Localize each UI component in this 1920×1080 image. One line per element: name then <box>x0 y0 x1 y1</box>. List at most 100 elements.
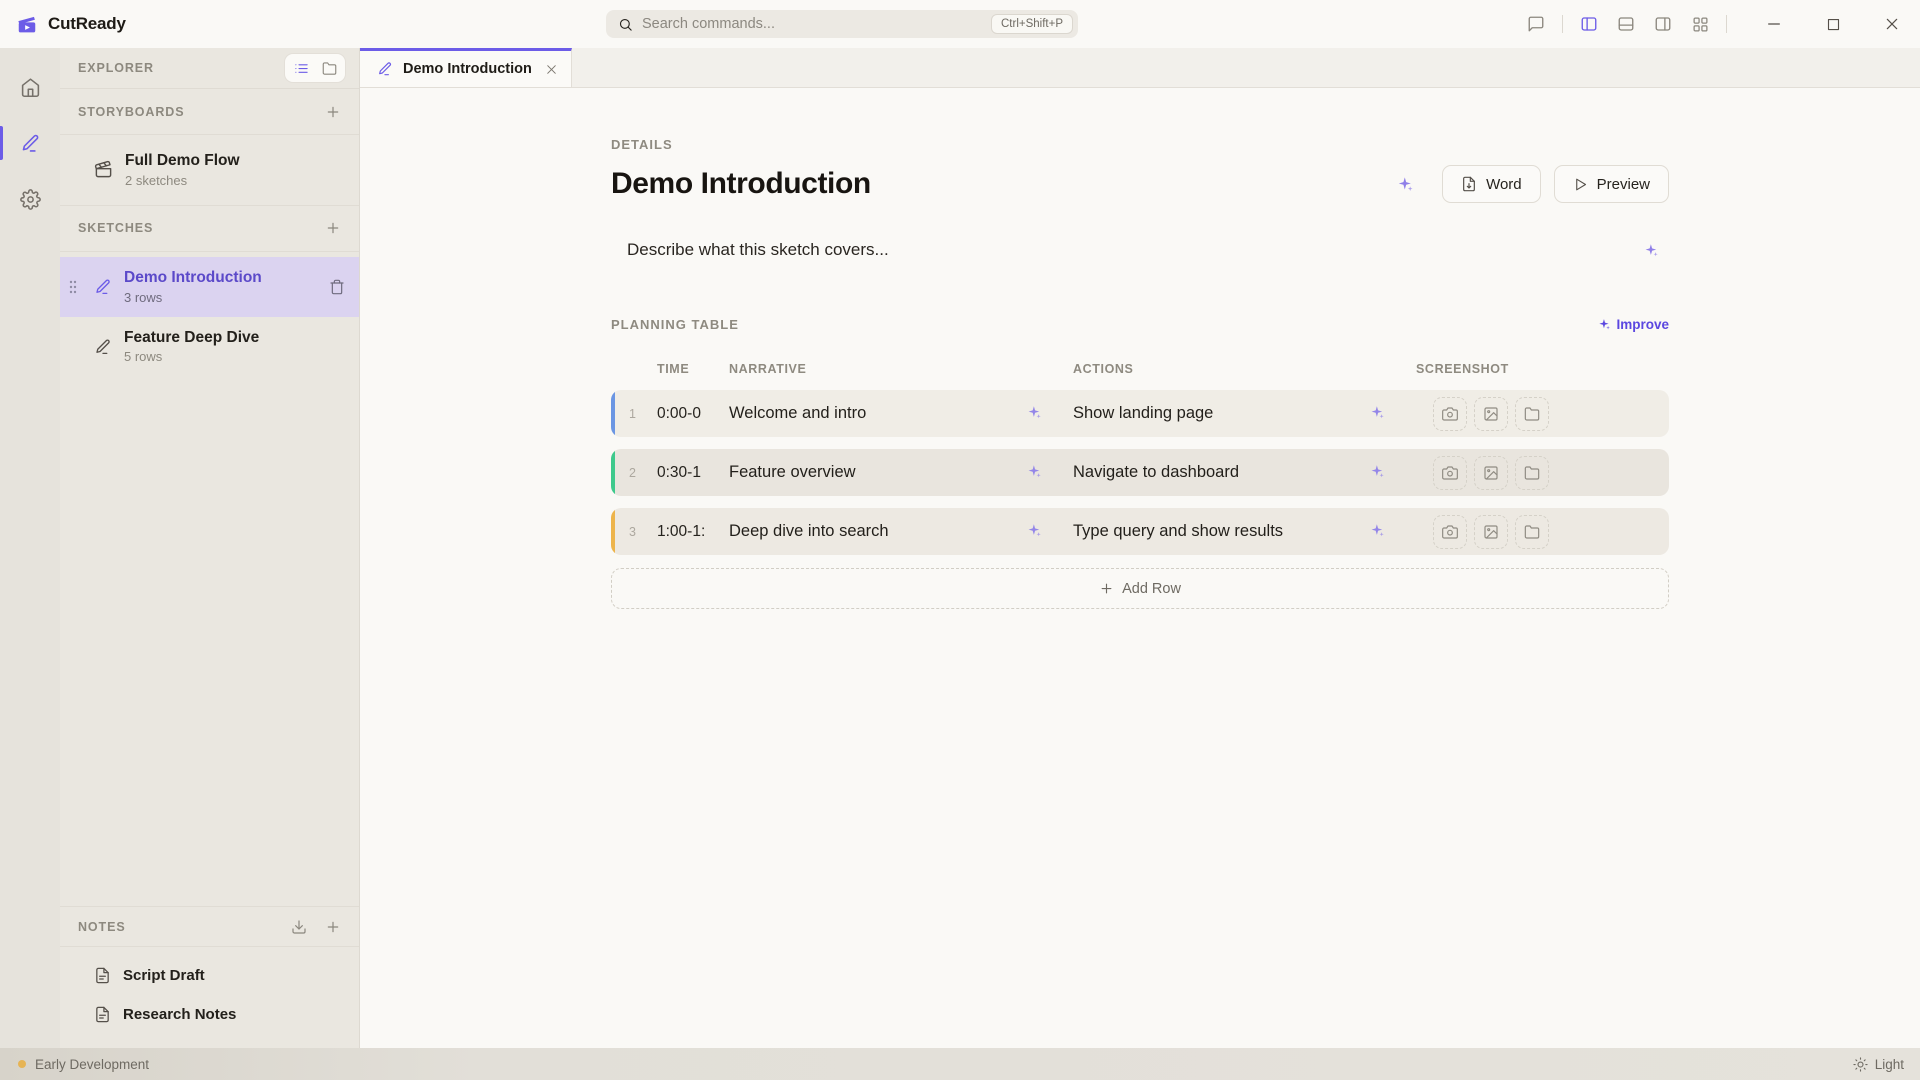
nav-settings-icon[interactable] <box>0 184 60 214</box>
narrative-cell[interactable]: Welcome and intro <box>729 404 1073 423</box>
app-brand: CutReady <box>16 0 126 48</box>
sketch-item-selected[interactable]: Demo Introduction 3 rows <box>60 257 359 317</box>
sketches-list: Demo Introduction 3 rows Feature Deep Di… <box>60 252 359 382</box>
description-row: Describe what this sketch covers... <box>611 238 1669 262</box>
narrative-text: Deep dive into search <box>729 522 889 541</box>
note-item[interactable]: Research Notes <box>60 995 359 1034</box>
attach-image-button[interactable] <box>1474 515 1508 549</box>
sketch-title-input[interactable]: Demo Introduction <box>611 167 1393 201</box>
col-time: TIME <box>657 362 729 376</box>
ai-sparkle-icon[interactable] <box>1393 172 1417 196</box>
main-area: Demo Introduction DETAILS Demo Introduct… <box>360 48 1920 1048</box>
capture-screenshot-button[interactable] <box>1433 515 1467 549</box>
ai-sparkle-icon[interactable] <box>1370 464 1388 482</box>
sketch-editor: DETAILS Demo Introduction Word Preview D… <box>611 137 1669 609</box>
sketch-item[interactable]: Feature Deep Dive 5 rows <box>60 317 359 377</box>
table-column-headers: TIME NARRATIVE ACTIONS SCREENSHOT <box>611 362 1669 376</box>
note-title: Research Notes <box>123 1006 236 1023</box>
command-search-input[interactable]: Search commands... Ctrl+Shift+P <box>606 10 1078 38</box>
narrative-cell[interactable]: Feature overview <box>729 463 1073 482</box>
theme-toggle[interactable]: Light <box>1853 1057 1904 1072</box>
explorer-sidebar: EXPLORER STORYBOARDS Full Demo Flow 2 sk… <box>60 48 360 1048</box>
preview-button-label: Preview <box>1597 176 1650 193</box>
row-number: 3 <box>611 525 657 539</box>
tab-demo-introduction[interactable]: Demo Introduction <box>360 48 572 87</box>
improve-button[interactable]: Improve <box>1598 317 1669 332</box>
storyboards-label: STORYBOARDS <box>78 105 184 119</box>
notes-section-header: NOTES <box>60 906 359 947</box>
titlebar: CutReady Search commands... Ctrl+Shift+P <box>0 0 1920 48</box>
nav-home-icon[interactable] <box>0 72 60 102</box>
storyboards-section-header: STORYBOARDS <box>60 89 359 135</box>
ai-sparkle-icon[interactable] <box>1370 523 1388 541</box>
time-input[interactable]: 0:30-1 <box>657 464 709 482</box>
row-number: 1 <box>611 407 657 421</box>
col-screenshot: SCREENSHOT <box>1416 362 1669 376</box>
actions-cell[interactable]: Navigate to dashboard <box>1073 463 1416 482</box>
narrative-cell[interactable]: Deep dive into search <box>729 522 1073 541</box>
titlebar-actions <box>1525 0 1904 48</box>
status-dot-icon <box>18 1060 26 1068</box>
note-item[interactable]: Script Draft <box>60 956 359 995</box>
actions-cell[interactable]: Show landing page <box>1073 404 1416 423</box>
sketch-title: Feature Deep Dive <box>124 329 259 347</box>
time-input[interactable]: 0:00-0 <box>657 405 709 423</box>
window-minimize-button[interactable] <box>1762 12 1786 36</box>
storyboard-subtitle: 2 sketches <box>125 173 240 188</box>
ai-sparkle-icon[interactable] <box>1027 405 1045 423</box>
nav-sketches-icon[interactable] <box>0 128 60 158</box>
toggle-right-panel-icon[interactable] <box>1652 13 1674 35</box>
attach-image-button[interactable] <box>1474 456 1508 490</box>
storyboard-item[interactable]: Full Demo Flow 2 sketches <box>60 140 359 200</box>
titlebar-separator <box>1726 15 1727 33</box>
storyboard-title: Full Demo Flow <box>125 152 240 170</box>
browse-files-button[interactable] <box>1515 456 1549 490</box>
time-input[interactable]: 1:00-1: <box>657 523 709 541</box>
search-icon <box>618 17 633 32</box>
window-maximize-button[interactable] <box>1821 12 1845 36</box>
tab-title: Demo Introduction <box>403 61 532 77</box>
note-title: Script Draft <box>123 967 205 984</box>
table-row: 1 0:00-0 Welcome and intro Show landing … <box>611 390 1669 437</box>
apps-grid-icon[interactable] <box>1689 13 1711 35</box>
ai-sparkle-icon[interactable] <box>1370 405 1388 423</box>
sketches-label: SKETCHES <box>78 221 153 235</box>
tab-close-icon[interactable] <box>542 59 561 79</box>
folder-view-icon[interactable] <box>316 57 342 79</box>
action-text: Type query and show results <box>1073 522 1283 541</box>
delete-sketch-icon[interactable] <box>329 279 345 295</box>
capture-screenshot-button[interactable] <box>1433 397 1467 431</box>
window-close-button[interactable] <box>1880 12 1904 36</box>
export-word-button[interactable]: Word <box>1442 165 1541 203</box>
app-name: CutReady <box>48 14 126 34</box>
ai-sparkle-icon[interactable] <box>1027 523 1045 541</box>
title-actions: Word Preview <box>1393 165 1669 203</box>
feedback-icon[interactable] <box>1525 13 1547 35</box>
add-sketch-button[interactable] <box>323 218 343 238</box>
add-note-button[interactable] <box>323 917 343 937</box>
screenshot-cell <box>1416 456 1669 490</box>
col-actions: ACTIONS <box>1073 362 1416 376</box>
toggle-left-panel-icon[interactable] <box>1578 13 1600 35</box>
add-storyboard-button[interactable] <box>323 102 343 122</box>
browse-files-button[interactable] <box>1515 515 1549 549</box>
row-accent-bar <box>611 390 615 437</box>
ai-sparkle-icon[interactable] <box>1639 238 1663 262</box>
narrative-text: Feature overview <box>729 463 856 482</box>
preview-button[interactable]: Preview <box>1554 165 1669 203</box>
browse-files-button[interactable] <box>1515 397 1549 431</box>
nav-rail <box>0 48 60 1048</box>
planning-rows: 1 0:00-0 Welcome and intro Show landing … <box>611 390 1669 555</box>
list-view-icon[interactable] <box>288 57 314 79</box>
description-input[interactable]: Describe what this sketch covers... <box>627 240 889 260</box>
row-number: 2 <box>611 466 657 480</box>
attach-image-button[interactable] <box>1474 397 1508 431</box>
actions-cell[interactable]: Type query and show results <box>1073 522 1416 541</box>
capture-screenshot-button[interactable] <box>1433 456 1467 490</box>
import-note-icon[interactable] <box>289 917 309 937</box>
drag-handle-icon[interactable] <box>68 279 78 295</box>
clapperboard-icon <box>94 160 113 179</box>
add-row-button[interactable]: Add Row <box>611 568 1669 609</box>
toggle-bottom-panel-icon[interactable] <box>1615 13 1637 35</box>
ai-sparkle-icon[interactable] <box>1027 464 1045 482</box>
